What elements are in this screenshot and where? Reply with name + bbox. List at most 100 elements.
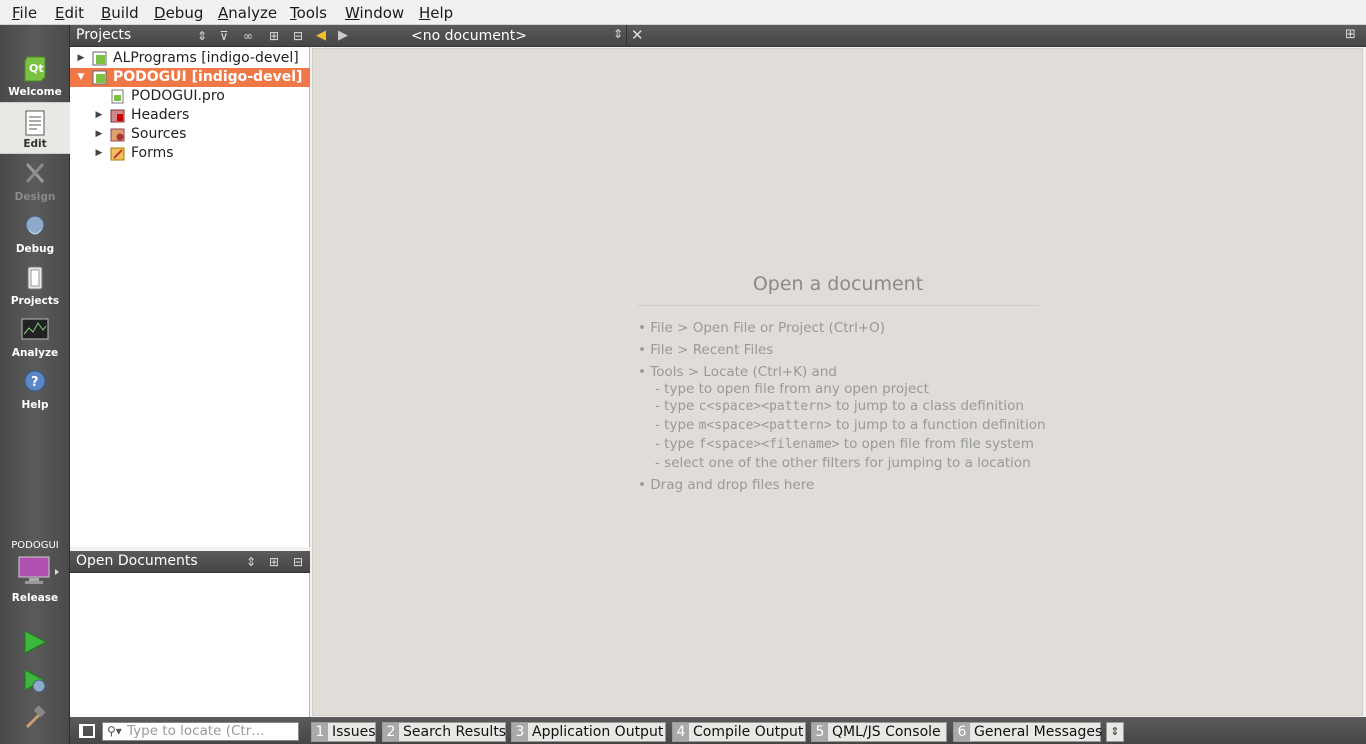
sources-folder-icon (110, 128, 125, 142)
tab-label: Search Results (403, 724, 507, 740)
mode-design[interactable]: Design (0, 154, 70, 206)
output-tab-search-results[interactable]: 2 Search Results (382, 722, 506, 742)
editor-toolbar: ◀ ▶ <no document> ⇕ ✕ ⊞ (310, 25, 1366, 47)
tab-label: Compile Output (693, 724, 804, 740)
tab-number: 3 (512, 723, 528, 741)
close-panel-icon[interactable]: ⊟ (289, 553, 307, 571)
menu-file-label: ile (19, 4, 38, 22)
output-tab-qml-console[interactable]: 5 QML/JS Console (811, 722, 947, 742)
menu-debug[interactable]: Debug (154, 4, 203, 22)
tab-label: QML/JS Console (832, 724, 941, 740)
open-documents-selector[interactable]: Open Documents (76, 553, 198, 569)
tree-item-pro-file[interactable]: PODOGUI.pro (70, 87, 310, 106)
help-question-icon: ? (24, 370, 46, 392)
mode-help-label: Help (21, 399, 49, 411)
menu-file[interactable]: File (12, 4, 37, 22)
hint-code: c<space><pattern> (698, 399, 832, 414)
mode-analyze[interactable]: Analyze (0, 310, 70, 362)
tree-item-alprograms[interactable]: ▶ ALPrograms [indigo-devel] (70, 49, 310, 68)
run-button[interactable] (22, 629, 48, 655)
build-hammer-icon (25, 705, 46, 729)
filter-icon[interactable]: ⊽ (215, 27, 233, 45)
run-play-icon (24, 630, 48, 654)
tree-item-forms[interactable]: ▶ Forms (70, 144, 310, 163)
collapse-arrow-icon[interactable]: ▼ (76, 68, 86, 87)
document-selector[interactable]: <no document> (411, 28, 527, 44)
analyze-monitor-icon (21, 318, 49, 340)
tree-item-podogui[interactable]: ▼ PODOGUI [indigo-devel] (70, 68, 310, 87)
projects-folder-icon (27, 266, 43, 290)
hint-locate-filters: - select one of the other filters for ju… (655, 455, 1031, 471)
view-selector-arrows-icon[interactable]: ⇕ (193, 27, 211, 45)
expand-arrow-icon[interactable]: ▶ (94, 125, 104, 144)
menu-window[interactable]: Window (345, 4, 404, 22)
debug-play-icon (24, 669, 46, 693)
hint-locate-function: - type m<space><pattern> to jump to a fu… (655, 417, 1046, 433)
output-tab-application-output[interactable]: 3 Application Output (511, 722, 666, 742)
tree-item-label: ALPrograms [indigo-devel] (113, 50, 299, 66)
output-tab-general-messages[interactable]: 6 General Messages (953, 722, 1103, 742)
desktop-monitor-icon (18, 556, 59, 584)
split-editor-icon[interactable]: ⊞ (1345, 27, 1356, 42)
mode-help[interactable]: ? Help (0, 362, 70, 414)
menu-window-mnemonic: W (345, 4, 360, 22)
mode-debug[interactable]: Debug (0, 206, 70, 258)
build-button[interactable] (22, 705, 48, 731)
expand-arrow-icon[interactable]: ▶ (94, 144, 104, 163)
hint-locate-class: - type c<space><pattern> to jump to a cl… (655, 398, 1024, 414)
menu-help-label: elp (430, 4, 454, 22)
menu-build[interactable]: Build (101, 4, 139, 22)
editor-area[interactable]: Open a document • File > Open File or Pr… (312, 48, 1363, 716)
back-arrow-icon[interactable]: ◀ (316, 28, 326, 43)
output-tab-compile-output[interactable]: 4 Compile Output (672, 722, 806, 742)
mode-analyze-label: Analyze (11, 347, 59, 359)
kit-selector[interactable] (18, 555, 60, 587)
close-document-icon[interactable]: ✕ (631, 26, 644, 44)
edit-document-icon (25, 110, 45, 136)
tab-label: Application Output (532, 724, 664, 740)
forward-arrow-icon[interactable]: ▶ (338, 28, 348, 43)
pro-file-icon (111, 89, 124, 104)
toggle-sidebar-icon[interactable] (79, 724, 95, 738)
view-selector-arrows-icon[interactable]: ⇕ (242, 553, 260, 571)
menu-build-label: uild (111, 4, 139, 22)
hint-text: to open file from file system (839, 436, 1034, 452)
design-tools-icon (25, 163, 45, 183)
split-icon[interactable]: ⊞ (265, 27, 283, 45)
split-icon[interactable]: ⊞ (265, 553, 283, 571)
tree-item-headers[interactable]: ▶ Headers (70, 106, 310, 125)
svg-text:Qt: Qt (29, 62, 44, 75)
menu-tools-mnemonic: T (290, 4, 297, 22)
more-tabs-arrows-icon[interactable]: ⇕ (1106, 722, 1124, 742)
tab-label: General Messages (974, 724, 1103, 740)
mode-welcome-label: Welcome (8, 86, 62, 98)
open-documents-list[interactable] (70, 573, 310, 717)
tree-item-label: Headers (131, 107, 190, 123)
menu-debug-label: ebug (165, 4, 204, 22)
tree-item-sources[interactable]: ▶ Sources (70, 125, 310, 144)
document-selector-arrows-icon[interactable]: ⇕ (613, 27, 623, 41)
close-panel-icon[interactable]: ⊟ (289, 27, 307, 45)
tab-label: Issues (332, 724, 376, 740)
menu-edit[interactable]: Edit (55, 4, 84, 22)
tree-item-label: PODOGUI.pro (131, 88, 225, 104)
menu-bar: File Edit Build Debug Analyze Tools Wind… (0, 0, 1366, 25)
link-sync-icon[interactable]: ∞ (239, 27, 257, 45)
menu-build-mnemonic: B (101, 4, 112, 22)
mode-projects[interactable]: Projects (0, 258, 70, 310)
projects-view-selector[interactable]: Projects (76, 27, 131, 43)
hint-code: f<space><filename> (698, 437, 840, 452)
debug-run-button[interactable] (22, 668, 48, 694)
project-tree[interactable]: ▶ ALPrograms [indigo-devel] ▼ PODOGUI [i… (70, 47, 310, 547)
mode-welcome[interactable]: Qt Welcome (0, 49, 70, 101)
menu-tools[interactable]: Tools (290, 4, 327, 22)
mode-edit[interactable]: Edit (0, 102, 70, 154)
locator-input[interactable]: ⚲▾ Type to locate (Ctr… (102, 722, 299, 741)
expand-arrow-icon[interactable]: ▶ (76, 49, 86, 68)
output-tab-issues[interactable]: 1 Issues (311, 722, 376, 742)
tab-number: 6 (954, 723, 970, 741)
menu-help[interactable]: Help (419, 4, 453, 22)
expand-arrow-icon[interactable]: ▶ (94, 106, 104, 125)
menu-analyze[interactable]: Analyze (218, 4, 277, 22)
open-document-title: Open a document (752, 273, 924, 295)
